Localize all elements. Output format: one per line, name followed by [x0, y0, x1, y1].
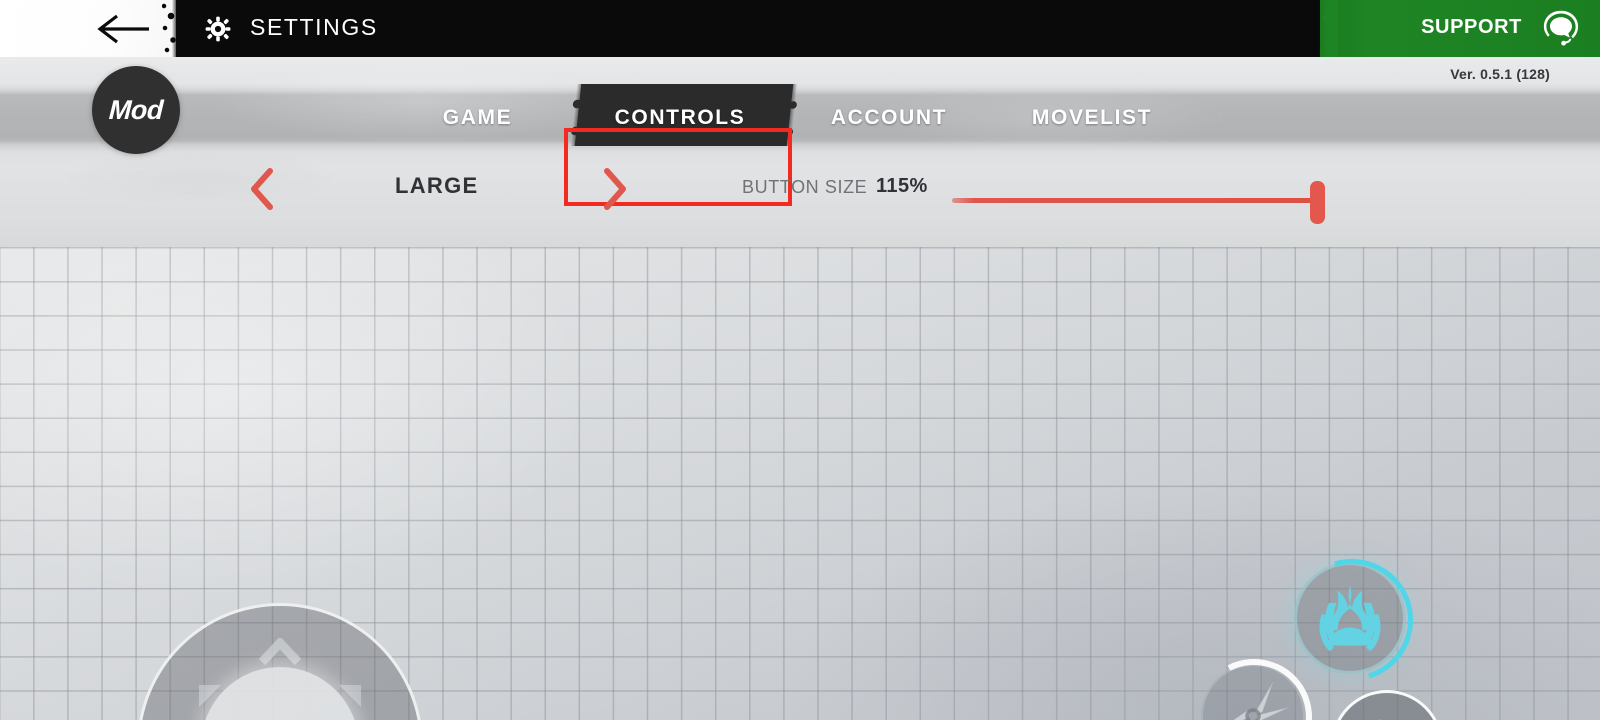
tab-game[interactable]: GAME — [425, 88, 530, 148]
page-title: SETTINGS — [250, 14, 378, 40]
shuriken-button[interactable] — [1180, 643, 1328, 720]
headset-chat-icon — [1540, 10, 1582, 48]
version-label: Ver. 0.5.1 (128) — [1450, 66, 1550, 82]
button-size-slider[interactable] — [952, 170, 1342, 230]
joystick-up-chevron-icon[interactable] — [259, 638, 301, 666]
tab-account[interactable]: ACCOUNT — [828, 88, 950, 148]
gear-icon — [205, 16, 231, 42]
virtual-joystick[interactable] — [137, 603, 423, 720]
punch-button[interactable] — [1331, 690, 1443, 720]
tab-movelist[interactable]: MOVELIST — [1022, 88, 1162, 148]
top-bar: SETTINGS SUPPORT — [0, 0, 1600, 57]
slider-thumb[interactable] — [1310, 181, 1325, 224]
fist-punch-icon — [1378, 719, 1383, 720]
back-button[interactable] — [95, 14, 151, 44]
prev-size-button[interactable] — [245, 165, 279, 213]
support-button[interactable]: SUPPORT — [1304, 0, 1600, 57]
settings-screen: SETTINGS SUPPORT Ver. 0.5.1 (128) Mod GA… — [0, 0, 1600, 720]
chakra-button[interactable] — [1269, 537, 1435, 703]
next-size-button[interactable] — [598, 165, 632, 213]
controls-preview-canvas[interactable] — [0, 240, 1600, 720]
button-size-label: BUTTON SIZE — [742, 177, 868, 197]
slider-track — [952, 198, 1324, 203]
tab-controls[interactable]: CONTROLS — [590, 88, 770, 148]
controls-settings-row: LARGE BUTTON SIZE 115% — [0, 155, 1600, 225]
support-label: SUPPORT — [1421, 16, 1522, 38]
button-size-preset-value: LARGE — [395, 173, 479, 198]
button-size-value: 115% — [876, 175, 928, 197]
